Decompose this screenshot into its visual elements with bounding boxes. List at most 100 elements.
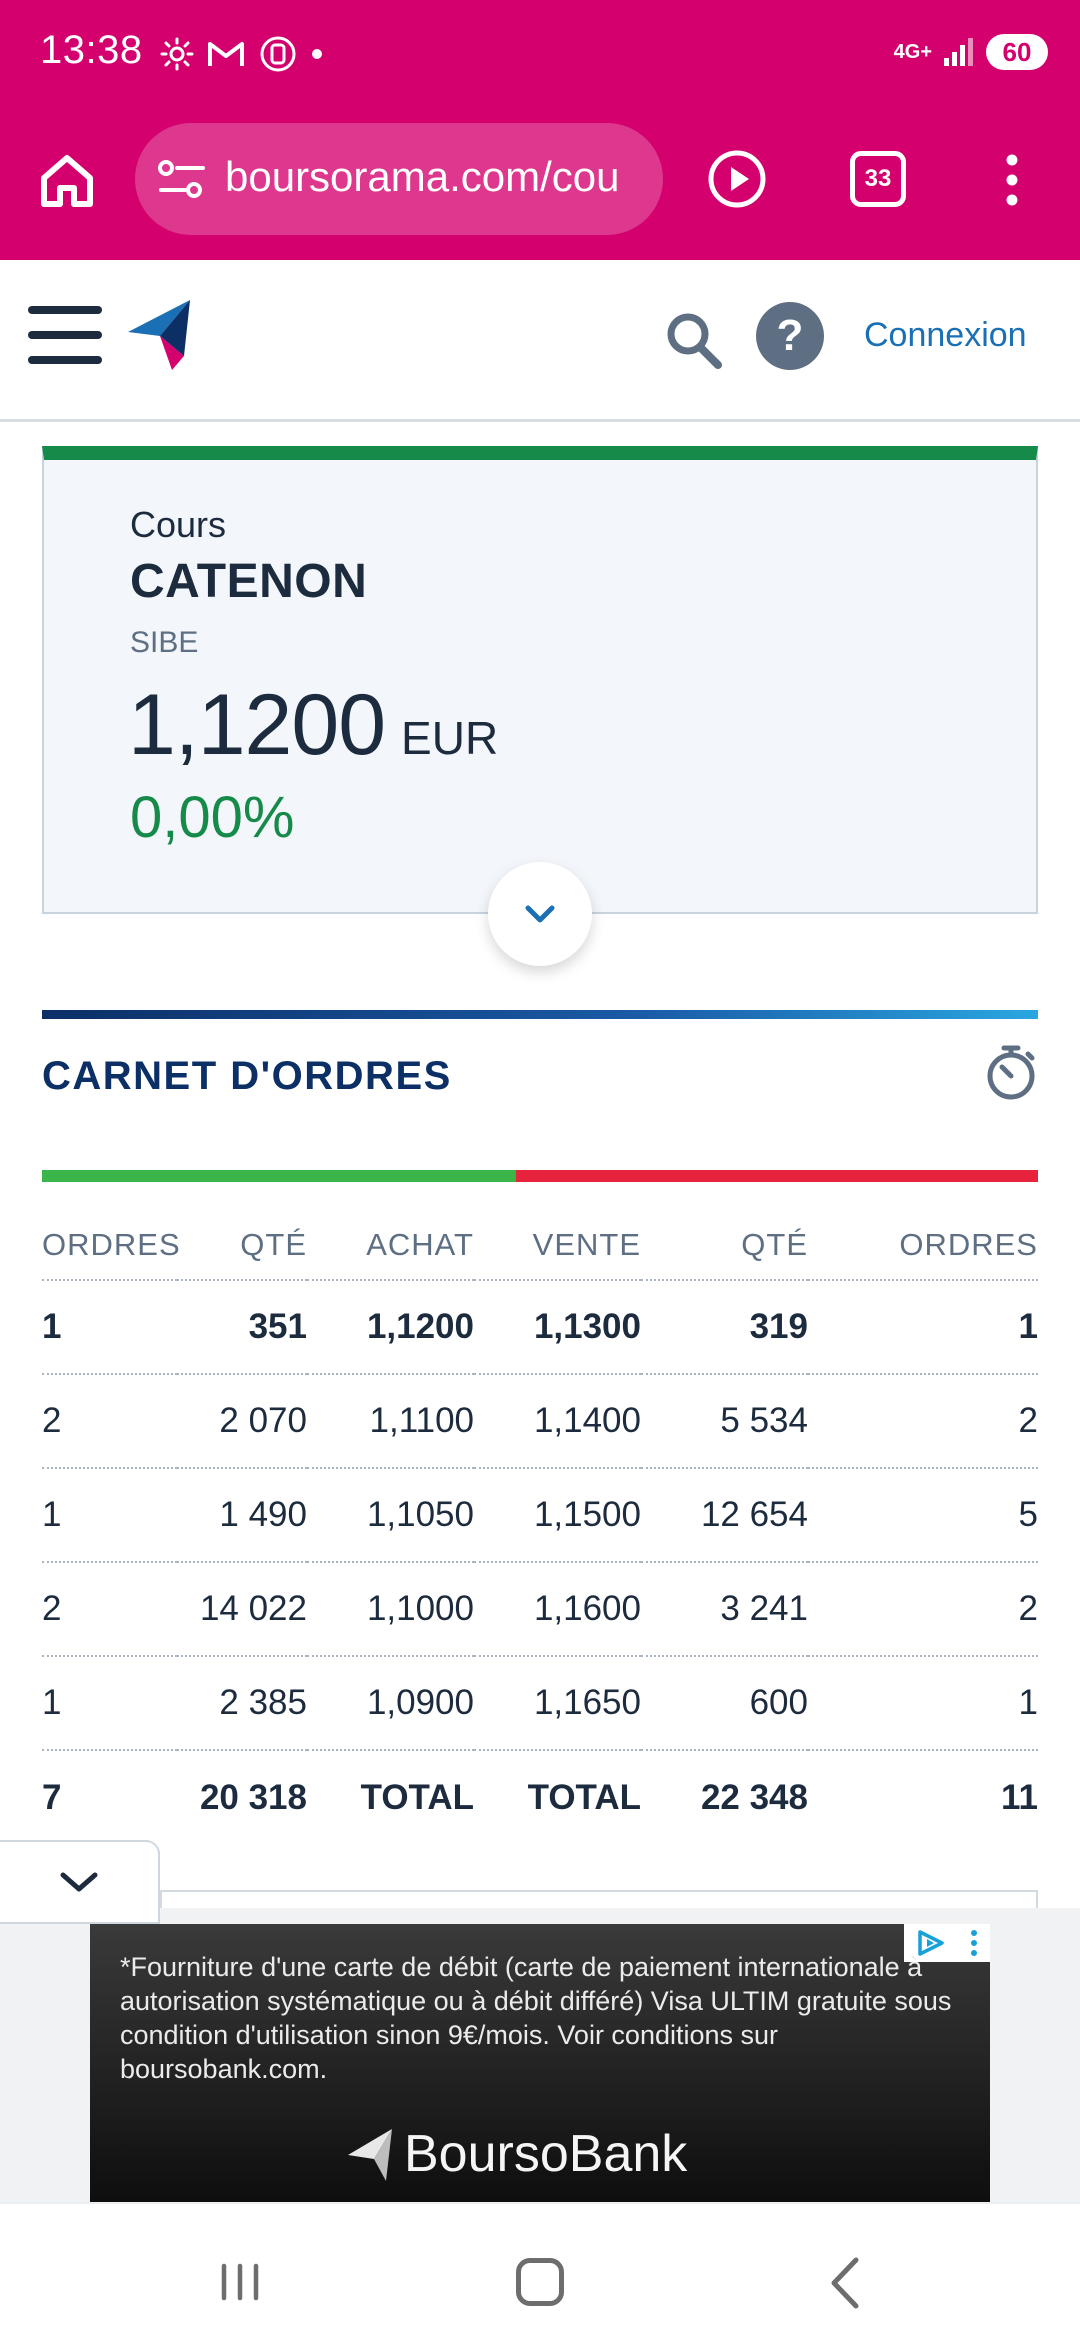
buy-price-cell: 1,1100: [307, 1374, 474, 1469]
signal-icon: [944, 38, 973, 66]
buy-price-cell: 1,1050: [307, 1468, 474, 1563]
home-icon[interactable]: [36, 150, 98, 212]
header-buy-price: ACHAT: [307, 1210, 474, 1281]
table-row: 2 14 022 1,1000 1,1600 3 241 2: [42, 1562, 1038, 1657]
total-buy-label: TOTAL: [360, 1777, 474, 1817]
table-row: 1 351 1,1200 1,1300 319 1: [42, 1280, 1038, 1375]
address-bar[interactable]: boursorama.com/cou: [135, 123, 663, 235]
order-book-table: ORDRES QTÉ ACHAT VENTE QTÉ ORDRES 1 351 …: [42, 1210, 1038, 1844]
tab-switcher-button[interactable]: 33: [850, 151, 906, 207]
sell-orders-cell: 1: [808, 1656, 1038, 1751]
buy-qty-cell: 351: [177, 1280, 307, 1375]
login-link[interactable]: Connexion: [864, 316, 1027, 355]
total-sell-qty: 22 348: [700, 1777, 808, 1817]
buy-orders-cell: 1: [42, 1656, 177, 1751]
recent-apps-icon[interactable]: [218, 2262, 262, 2302]
price-row: 1,1200 EUR: [128, 676, 498, 775]
sell-qty-cell: 3 241: [641, 1562, 808, 1657]
buy-qty-cell: 2 385: [177, 1656, 307, 1751]
ad-brand: BoursoBank: [346, 2124, 687, 2184]
stopwatch-icon[interactable]: [984, 1042, 1038, 1102]
market-name: SIBE: [130, 626, 199, 659]
header-buy-orders: ORDRES: [42, 1210, 180, 1281]
site-header: ? Connexion: [0, 260, 1080, 422]
table-row: 1 2 385 1,0900 1,1650 600 1: [42, 1656, 1038, 1751]
buy-price-cell: 1,1200: [307, 1280, 474, 1375]
buy-orders-cell: 1: [42, 1280, 177, 1375]
buy-price-cell: 1,1000: [307, 1562, 474, 1657]
quote-card: Cours CATENON SIBE 1,1200 EUR 0,00%: [42, 446, 1038, 914]
help-icon[interactable]: ?: [756, 302, 824, 370]
buy-qty-cell: 1 490: [177, 1468, 307, 1563]
header-sell-price: VENTE: [474, 1210, 641, 1281]
sell-orders-cell: 2: [808, 1562, 1038, 1657]
status-bar: 13:38 4G+ 60: [0, 0, 1080, 110]
buy-orders-cell: 2: [42, 1374, 177, 1469]
header-sell-orders: ORDRES: [808, 1210, 1038, 1281]
header-buy-qty: QTÉ: [177, 1210, 307, 1281]
sell-price-cell: 1,1500: [474, 1468, 641, 1563]
sell-qty-cell: 12 654: [641, 1468, 808, 1563]
more-notifications-dot-icon: [312, 49, 322, 59]
browser-toolbar: boursorama.com/cou 33: [0, 120, 1080, 240]
ad-options-icon: [971, 1930, 977, 1956]
buy-side-bar: [42, 1170, 516, 1182]
overflow-menu-icon[interactable]: [1000, 150, 1024, 210]
buy-qty-cell: 14 022: [177, 1562, 307, 1657]
buy-orders-cell: 2: [42, 1562, 177, 1657]
sell-price-cell: 1,1300: [474, 1280, 641, 1375]
browser-chrome: 13:38 4G+ 60 boursorama.com/cou 33: [0, 0, 1080, 260]
total-sell-orders: 11: [1001, 1777, 1038, 1817]
chevron-down-icon: [525, 905, 555, 923]
order-book-title: CARNET D'ORDRES: [42, 1054, 452, 1098]
sell-orders-cell: 1: [808, 1280, 1038, 1375]
sell-qty-cell: 319: [641, 1280, 808, 1375]
buy-qty-cell: 2 070: [177, 1374, 307, 1469]
notification-icons: [160, 34, 324, 74]
chevron-down-icon: [60, 1872, 98, 1892]
system-status: 4G+ 60: [894, 34, 1048, 70]
table-row: 2 2 070 1,1100 1,1400 5 534 2: [42, 1374, 1038, 1469]
total-buy-orders: 7: [42, 1777, 62, 1817]
search-icon[interactable]: [664, 304, 724, 374]
network-type: 4G+: [893, 41, 932, 63]
collapse-ad-button[interactable]: [0, 1840, 160, 1924]
back-icon[interactable]: [826, 2256, 862, 2310]
sell-price-cell: 1,1600: [474, 1562, 641, 1657]
table-row: 1 1 490 1,1050 1,1500 12 654 5: [42, 1468, 1038, 1563]
stock-name: CATENON: [130, 555, 368, 608]
play-icon[interactable]: [706, 148, 768, 210]
ad-banner[interactable]: *Fourniture d'une carte de débit (carte …: [90, 1924, 990, 2202]
gmail-icon: [208, 42, 244, 66]
buy-price-cell: 1,0900: [307, 1656, 474, 1751]
sell-qty-cell: 600: [641, 1656, 808, 1751]
sell-orders-cell: 5: [808, 1468, 1038, 1563]
sell-price-cell: 1,1650: [474, 1656, 641, 1751]
home-button[interactable]: [516, 2258, 564, 2306]
section-divider: [42, 1010, 1038, 1019]
total-buy-qty: 20 318: [199, 1777, 307, 1817]
total-sell-label: TOTAL: [527, 1777, 641, 1817]
status-time: 13:38: [40, 28, 143, 72]
sell-price-cell: 1,1400: [474, 1374, 641, 1469]
sell-orders-cell: 2: [808, 1374, 1038, 1469]
expand-quote-button[interactable]: [488, 862, 592, 966]
order-book-header-row: ORDRES QTÉ ACHAT VENTE QTÉ ORDRES: [42, 1210, 1038, 1281]
header-sell-qty: QTÉ: [641, 1210, 808, 1281]
boursorama-logo[interactable]: [126, 298, 192, 370]
currency: EUR: [401, 712, 499, 764]
menu-icon[interactable]: [28, 306, 102, 372]
brightness-icon: [160, 37, 194, 71]
quote-label: Cours: [130, 504, 227, 545]
total-row: 7 20 318 TOTAL TOTAL 22 348 11: [42, 1750, 1038, 1844]
sell-qty-cell: 5 534: [641, 1374, 808, 1469]
price-change: 0,00%: [130, 785, 295, 850]
ad-brand-name: BoursoBank: [404, 2125, 688, 2183]
last-price: 1,1200: [128, 677, 386, 773]
url-text[interactable]: boursorama.com/cou: [225, 153, 645, 201]
site-settings-icon[interactable]: [157, 159, 207, 199]
sell-side-bar: [516, 1170, 1038, 1182]
battery-indicator: 60: [986, 34, 1048, 70]
system-navigation-bar: [0, 2202, 1080, 2340]
app-notification-icon: [260, 36, 296, 72]
